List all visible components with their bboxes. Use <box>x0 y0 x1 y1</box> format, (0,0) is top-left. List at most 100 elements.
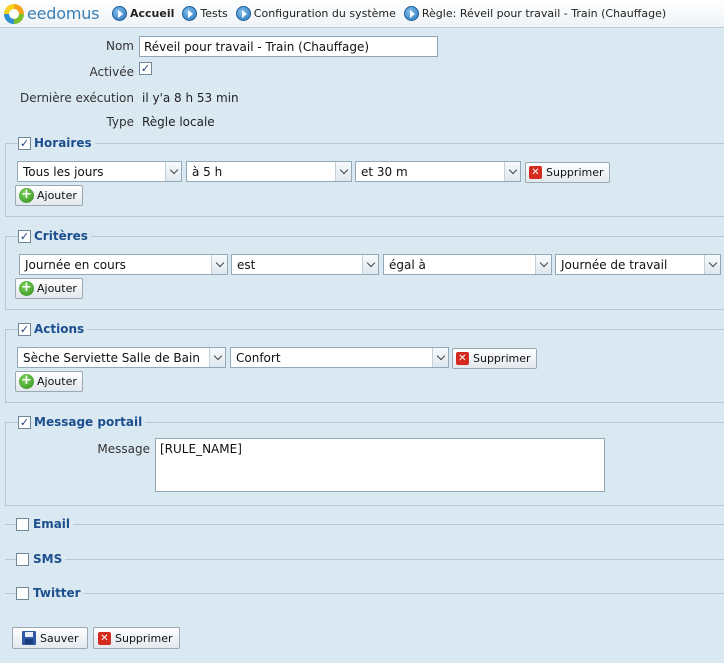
breadcrumb-label: Règle: Réveil pour travail - Train (Chau… <box>421 7 667 20</box>
twitter-title: Twitter <box>33 586 81 600</box>
logo-text: eedomus <box>27 4 100 23</box>
button-label: Ajouter <box>37 375 77 388</box>
add-icon: + <box>19 188 34 203</box>
delete-icon: ✕ <box>98 631 111 645</box>
schedule-checkbox[interactable]: ✓ <box>18 136 31 150</box>
actions-legend: ✓ Actions <box>18 322 88 336</box>
type-label: Type <box>106 115 134 129</box>
active-checkbox[interactable]: ✓ <box>139 62 152 75</box>
delete-icon: ✕ <box>529 166 542 179</box>
select-value: Journée en cours <box>25 257 126 272</box>
criteria-legend: ✓ Critères <box>18 229 91 243</box>
breadcrumb: Accueil Tests Configuration du système R… <box>112 6 674 21</box>
email-checkbox[interactable] <box>16 517 29 531</box>
select-value: Journée de travail <box>561 257 668 272</box>
actions-title: Actions <box>34 322 85 336</box>
schedule-add-button[interactable]: + Ajouter <box>15 185 83 206</box>
schedule-title: Horaires <box>34 136 92 150</box>
button-label: Sauver <box>40 631 79 645</box>
breadcrumb-rule[interactable]: Règle: Réveil pour travail - Train (Chau… <box>403 6 667 21</box>
chevron-down-icon <box>432 348 448 367</box>
sms-checkbox[interactable] <box>16 552 29 566</box>
rule-editor: Nom Activée ✓ Dernière exécution il y'a … <box>0 29 724 663</box>
chevron-down-icon <box>209 348 225 367</box>
criteria-operator-select[interactable]: égal à <box>383 254 552 275</box>
eedomus-logo-icon <box>4 3 24 24</box>
sms-legend: SMS <box>16 552 66 566</box>
criteria-add-button[interactable]: + Ajouter <box>15 278 83 299</box>
action-delete-button[interactable]: ✕ Supprimer <box>452 348 537 369</box>
actions-checkbox[interactable]: ✓ <box>18 322 31 336</box>
criteria-subject-select[interactable]: Journée en cours <box>19 254 228 275</box>
schedule-minute-select[interactable]: et 30 m <box>355 161 521 182</box>
button-label: Ajouter <box>37 282 77 295</box>
add-icon: + <box>19 281 34 296</box>
breadcrumb-tests[interactable]: Tests <box>182 6 228 21</box>
select-value: Sèche Serviette Salle de Bain <box>23 350 200 365</box>
button-label: Supprimer <box>115 631 173 645</box>
active-label: Activée <box>89 65 134 79</box>
twitter-separator <box>5 593 724 594</box>
twitter-checkbox[interactable] <box>16 586 29 600</box>
last-run-value: il y'a 8 h 53 min <box>142 91 239 105</box>
action-device-select[interactable]: Sèche Serviette Salle de Bain <box>17 347 226 368</box>
schedule-delete-button[interactable]: ✕ Supprimer <box>525 162 610 183</box>
sms-separator <box>5 559 724 560</box>
breadcrumb-home[interactable]: Accueil <box>112 6 174 21</box>
breadcrumb-label: Accueil <box>130 7 175 20</box>
criteria-checkbox[interactable]: ✓ <box>18 229 31 243</box>
arrow-right-icon <box>235 6 251 21</box>
select-value: et 30 m <box>361 164 408 179</box>
portal-message-checkbox[interactable]: ✓ <box>18 415 31 429</box>
message-label: Message <box>97 442 150 456</box>
arrow-right-icon <box>403 6 419 21</box>
chevron-down-icon <box>362 255 378 274</box>
email-separator <box>5 524 724 525</box>
action-value-select[interactable]: Confort <box>230 347 449 368</box>
delete-rule-button[interactable]: ✕ Supprimer <box>93 627 180 649</box>
type-value: Règle locale <box>142 115 215 129</box>
email-legend: Email <box>16 517 74 531</box>
delete-icon: ✕ <box>456 352 469 365</box>
button-label: Supprimer <box>546 166 604 179</box>
select-value: à 5 h <box>192 164 223 179</box>
name-label: Nom <box>105 39 134 53</box>
top-bar: eedomus Accueil Tests Configuration du s… <box>0 0 724 28</box>
save-button[interactable]: Sauver <box>12 627 88 649</box>
portal-message-legend: ✓ Message portail <box>18 415 146 429</box>
select-value: Tous les jours <box>23 164 104 179</box>
chevron-down-icon <box>504 162 520 181</box>
select-value: égal à <box>389 257 426 272</box>
chevron-down-icon <box>704 255 720 274</box>
portal-message-title: Message portail <box>34 415 143 429</box>
criteria-title: Critères <box>34 229 88 243</box>
select-value: est <box>237 257 256 272</box>
criteria-verb-select[interactable]: est <box>231 254 379 275</box>
schedule-hour-select[interactable]: à 5 h <box>186 161 352 182</box>
breadcrumb-label: Tests <box>200 7 228 20</box>
message-textarea[interactable]: [RULE_NAME] <box>155 438 605 492</box>
logo[interactable]: eedomus <box>4 3 112 24</box>
chevron-down-icon <box>165 162 181 181</box>
twitter-legend: Twitter <box>16 586 84 600</box>
last-run-label: Dernière exécution <box>19 91 134 105</box>
email-title: Email <box>33 517 71 531</box>
breadcrumb-label: Configuration du système <box>253 7 396 20</box>
select-value: Confort <box>236 350 281 365</box>
button-label: Ajouter <box>37 189 77 202</box>
arrow-right-icon <box>182 6 198 21</box>
floppy-disk-icon <box>22 631 36 645</box>
arrow-right-icon <box>112 6 127 21</box>
add-icon: + <box>19 374 34 389</box>
chevron-down-icon <box>335 162 351 181</box>
name-input[interactable] <box>139 36 438 57</box>
breadcrumb-config[interactable]: Configuration du système <box>235 6 396 21</box>
sms-title: SMS <box>33 552 63 566</box>
schedule-day-select[interactable]: Tous les jours <box>17 161 182 182</box>
chevron-down-icon <box>211 255 227 274</box>
action-add-button[interactable]: + Ajouter <box>15 371 83 392</box>
schedule-legend: ✓ Horaires <box>18 136 95 150</box>
chevron-down-icon <box>535 255 551 274</box>
criteria-value-select[interactable]: Journée de travail <box>555 254 721 275</box>
button-label: Supprimer <box>473 352 531 365</box>
